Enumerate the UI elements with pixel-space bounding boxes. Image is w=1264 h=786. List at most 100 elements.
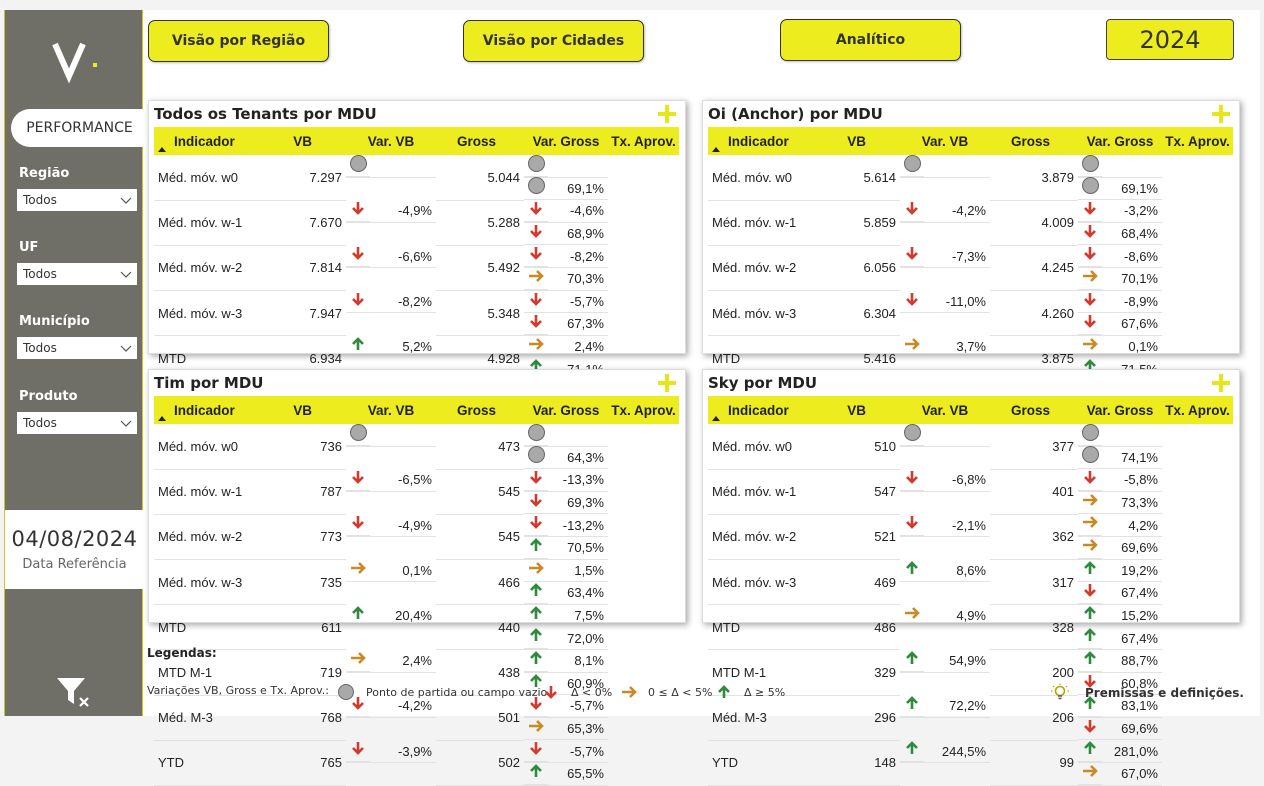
vb-cell: 521 (812, 514, 900, 561)
neutral-circle-icon (524, 446, 548, 469)
plus-icon[interactable] (657, 373, 677, 393)
var-gross-cell: -8,6% (1078, 245, 1162, 268)
column-header[interactable]: Var. Gross (524, 396, 608, 424)
filter-select-regiao[interactable]: Todos (17, 189, 137, 211)
card-sky: Sky por MDU Indicador VB Var. VB Gross Var. G… (702, 369, 1240, 786)
arrow-down-icon (900, 514, 924, 537)
filter-select-produto[interactable]: Todos (17, 412, 137, 434)
var-vb-value: 5,2% (402, 339, 432, 355)
tx-aprov-cell: 65,3% (524, 718, 608, 741)
sort-ascending-icon (158, 416, 166, 421)
column-header[interactable]: Var. Gross (1078, 396, 1162, 424)
column-header[interactable]: VB (812, 127, 900, 155)
vb-cell: 469 (812, 559, 900, 606)
column-header[interactable]: Indicador (154, 396, 258, 424)
neutral-circle-icon (338, 684, 354, 700)
table-row: Méd. móv. w0 5.614 3.879 69,1% (708, 154, 1233, 201)
column-header[interactable]: VB (812, 396, 900, 424)
var-vb-value: -6,5% (398, 472, 432, 488)
arrow-right-icon (1078, 536, 1102, 560)
gross-cell: 362 (990, 514, 1078, 561)
column-header[interactable]: VB (258, 396, 346, 424)
column-header[interactable]: Tx. Aprov. (608, 396, 679, 424)
var-vb-value: -4,9% (398, 203, 432, 219)
var-vb-value: -4,2% (952, 203, 986, 219)
tx-aprov-value: 67,4% (1121, 630, 1158, 646)
column-header[interactable]: Indicador (708, 396, 812, 424)
legend-flat: 0 ≤ Δ < 5% (619, 684, 712, 700)
column-header[interactable]: Indicador (154, 127, 258, 155)
filter-select-municipio[interactable]: Todos (17, 337, 137, 359)
gross-cell: 545 (436, 469, 524, 515)
arrow-up-icon (524, 582, 548, 605)
arrow-right-icon (900, 604, 924, 627)
legend-up: Δ ≥ 5% (716, 684, 785, 700)
plus-icon[interactable] (1211, 373, 1231, 393)
column-header[interactable]: Indicador (708, 127, 812, 155)
table-row: Méd. móv. w-3 7.947 -8,2% 5.348 -5,7% 67,3% (154, 290, 679, 337)
column-header[interactable]: Tx. Aprov. (1162, 127, 1233, 155)
column-header-label: Gross (1010, 402, 1050, 418)
var-gross-cell (524, 423, 608, 447)
nav-visao-cidades-button[interactable]: Visão por Cidades (463, 20, 644, 62)
var-gross-value: -13,3% (562, 472, 604, 488)
var-vb-cell: -3,9% (346, 740, 436, 763)
plus-icon[interactable] (657, 104, 677, 124)
column-header[interactable]: Var. VB (900, 396, 990, 424)
arrow-down-icon (1078, 290, 1102, 313)
column-header[interactable]: Tx. Aprov. (1162, 396, 1233, 424)
kpi-table: Indicador VB Var. VB Gross Var. Gross Tx. Apr… (708, 396, 1233, 786)
nav-visao-regiao-button[interactable]: Visão por Região (148, 20, 329, 62)
column-header[interactable]: Gross (436, 396, 524, 424)
vb-cell: 787 (258, 469, 346, 515)
nav-analitico-button[interactable]: Analítico (780, 19, 961, 61)
column-header[interactable]: Gross (990, 127, 1078, 155)
arrow-down-icon (346, 290, 370, 313)
column-header-label: Var. Gross (1086, 133, 1154, 149)
gross-cell: 440 (436, 604, 524, 651)
column-header[interactable]: Gross (436, 127, 524, 155)
tx-aprov-cell: 69,3% (524, 492, 608, 515)
column-header[interactable]: Gross (990, 396, 1078, 424)
performance-tab[interactable]: PERFORMANCE (11, 109, 144, 147)
column-header[interactable]: Var. Gross (1078, 127, 1162, 155)
var-gross-cell: -13,2% (524, 514, 608, 537)
tx-aprov-cell: 67,4% (1078, 582, 1162, 605)
column-header[interactable]: Var. VB (346, 127, 436, 155)
filter-select-uf[interactable]: Todos (17, 263, 137, 285)
nav-label: Analítico (835, 32, 906, 48)
var-vb-cell: -6,8% (900, 469, 990, 492)
indicator-cell: Méd. móv. w0 (708, 424, 812, 470)
column-header[interactable]: Tx. Aprov. (608, 127, 679, 155)
filter-label-produto: Produto (19, 389, 78, 404)
var-gross-cell: -4,6% (524, 200, 608, 223)
tx-aprov-value: 63,4% (567, 585, 604, 601)
plus-icon[interactable] (1211, 104, 1231, 124)
var-vb-cell: 8,6% (900, 560, 990, 583)
var-gross-cell (524, 154, 608, 178)
tx-aprov-cell: 67,3% (524, 313, 608, 336)
year-selector[interactable]: 2024 (1106, 19, 1234, 60)
tx-aprov-value: 65,5% (567, 766, 604, 782)
column-header-label: Indicador (728, 133, 789, 149)
column-header[interactable]: Var. Gross (524, 127, 608, 155)
gross-cell: 502 (436, 740, 524, 786)
indicator-cell: Méd. móv. w-3 (708, 559, 812, 606)
column-header[interactable]: Var. VB (900, 127, 990, 155)
var-vb-cell: 4,9% (900, 605, 990, 628)
var-vb-value: 54,9% (949, 653, 986, 669)
tx-aprov-value: 73,3% (1121, 495, 1158, 511)
var-gross-value: 1,5% (574, 562, 604, 578)
column-header[interactable]: VB (258, 127, 346, 155)
legend-prefix: Variações VB, Gross e Tx. Aprov.: (147, 684, 329, 697)
arrow-up-icon (1078, 649, 1102, 673)
var-gross-value: -4,6% (570, 203, 604, 219)
arrow-right-icon (524, 335, 548, 358)
column-header[interactable]: Var. VB (346, 396, 436, 424)
clear-filter-icon[interactable] (55, 674, 93, 710)
vb-cell: 7.947 (258, 290, 346, 337)
var-vb-cell: -4,9% (346, 200, 436, 223)
premissas-link[interactable]: Premissas e definições. (1050, 683, 1244, 703)
indicator-cell: Méd. M-3 (154, 695, 258, 741)
vb-cell: 611 (258, 604, 346, 651)
